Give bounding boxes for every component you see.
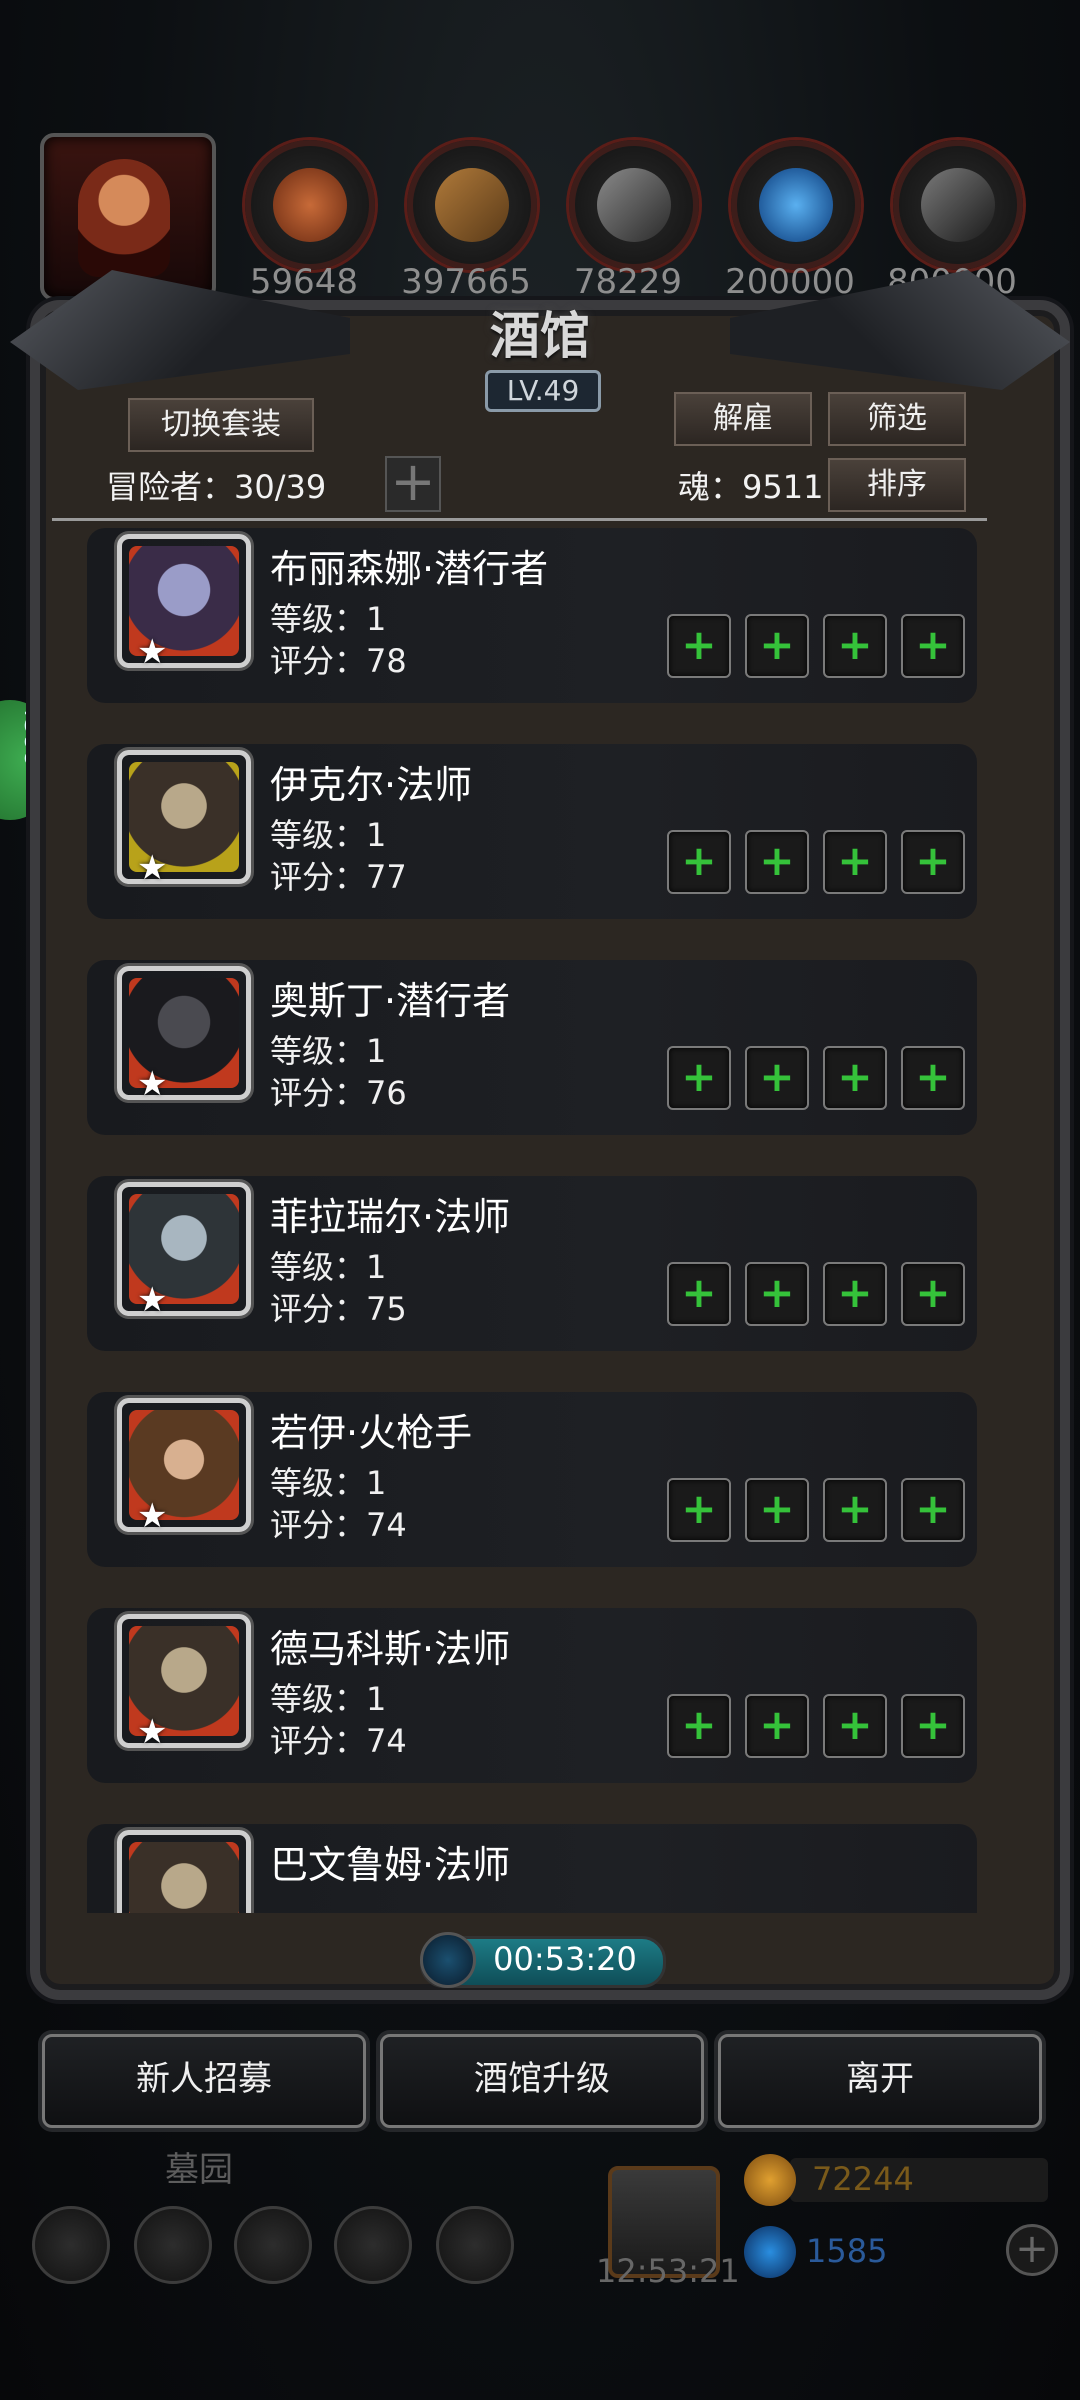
hero-name: 布丽森娜·潜行者 [270, 547, 549, 591]
rank-star-icon: ★ [137, 632, 168, 672]
hero-name: 奥斯丁·潜行者 [270, 979, 511, 1023]
weapon-slot-add-icon[interactable]: + [667, 1694, 731, 1758]
gold-amount: 72244 [812, 2160, 914, 2198]
hero-level: 等级：1 [270, 1680, 387, 1718]
ring-slot-add-icon[interactable]: + [823, 1262, 887, 1326]
hero-name: 巴文鲁姆·法师 [270, 1843, 511, 1887]
rank-star-icon: ★ [137, 848, 168, 888]
gem-icon [744, 2226, 796, 2278]
rank-star-icon: ★ [137, 1496, 168, 1536]
add-capacity-button[interactable]: + [385, 455, 441, 512]
hero-row[interactable]: ★ 若伊·火枪手 等级：1 评分：74 + + + + [87, 1392, 977, 1567]
achievement-icon[interactable] [134, 2206, 212, 2284]
hero-score: 评分：75 [270, 1290, 407, 1328]
armor-slot-add-icon[interactable]: + [745, 830, 809, 894]
adventurer-count: 冒险者：30/39 [106, 468, 327, 506]
amulet-slot-add-icon[interactable]: + [901, 1478, 965, 1542]
ring-slot-add-icon[interactable]: + [823, 614, 887, 678]
ring-slot-add-icon[interactable]: + [823, 1046, 887, 1110]
hero-row[interactable]: 巴文鲁姆·法师 [87, 1824, 977, 1913]
hero-list[interactable]: ★ 布丽森娜·潜行者 等级：1 评分：78 + + + + ★ 伊克尔·法师 等… [52, 528, 987, 1913]
ring-slot-add-icon[interactable]: + [823, 1478, 887, 1542]
hero-score: 评分：74 [270, 1722, 407, 1760]
hero-score: 评分：77 [270, 858, 407, 896]
header-divider [52, 518, 987, 521]
hero-row[interactable]: ★ 菲拉瑞尔·法师 等级：1 评分：75 + + + + [87, 1176, 977, 1351]
rank-star-icon: ★ [137, 1712, 168, 1752]
hero-name: 菲拉瑞尔·法师 [270, 1195, 511, 1239]
hero-row[interactable]: ★ 奥斯丁·潜行者 等级：1 评分：76 + + + + [87, 960, 977, 1135]
armor-slot-add-icon[interactable]: + [745, 1262, 809, 1326]
iron-icon [569, 140, 699, 270]
amulet-slot-add-icon[interactable]: + [901, 1694, 965, 1758]
rank-star-icon: ★ [137, 1280, 168, 1320]
refresh-timer: 00:53:20 [493, 1940, 637, 1978]
panel-title: 酒馆 [490, 306, 590, 365]
gift-timer: 12:53:21 [596, 2252, 740, 2290]
clock-icon [420, 1932, 476, 1988]
hero-level: 等级：1 [270, 600, 387, 638]
hero-row[interactable]: ★ 伊克尔·法师 等级：1 评分：77 + + + + [87, 744, 977, 919]
hero-score: 评分：78 [270, 642, 407, 680]
armor-slot-add-icon[interactable]: + [745, 1046, 809, 1110]
hero-level: 等级：1 [270, 1032, 387, 1070]
meat-amount: 59648 [249, 262, 359, 302]
amulet-slot-add-icon[interactable]: + [901, 1046, 965, 1110]
location-label: 墓园 [165, 2150, 233, 2190]
weapon-slot-add-icon[interactable]: + [667, 614, 731, 678]
amulet-slot-add-icon[interactable]: + [901, 830, 965, 894]
armor-slot-add-icon[interactable]: + [745, 1694, 809, 1758]
hero-level: 等级：1 [270, 1464, 387, 1502]
gem-amount: 1585 [806, 2232, 888, 2270]
switch-set-button[interactable]: 切换套装 [128, 398, 314, 452]
hero-score: 评分：76 [270, 1074, 407, 1112]
settings-icon[interactable] [32, 2206, 110, 2284]
leave-button[interactable]: 离开 [718, 2034, 1042, 2128]
hero-row[interactable]: ★ 布丽森娜·潜行者 等级：1 评分：78 + + + + [87, 528, 977, 703]
dismiss-button[interactable]: 解雇 [674, 392, 812, 446]
meat-icon [245, 140, 375, 270]
soul-count: 魂：9511 [678, 468, 824, 506]
sort-button[interactable]: 排序 [828, 458, 966, 512]
filter-button[interactable]: 筛选 [828, 392, 966, 446]
hero-avatar[interactable] [117, 1830, 251, 1913]
crystal-icon [731, 140, 861, 270]
ring-slot-add-icon[interactable]: + [823, 830, 887, 894]
hero-level: 等级：1 [270, 816, 387, 854]
hero-row[interactable]: ★ 德马科斯·法师 等级：1 评分：74 + + + + [87, 1608, 977, 1783]
weapon-slot-add-icon[interactable]: + [667, 1046, 731, 1110]
hero-name: 伊克尔·法师 [270, 763, 473, 807]
wood-icon [407, 140, 537, 270]
amulet-slot-add-icon[interactable]: + [901, 1262, 965, 1326]
map-icon[interactable] [436, 2206, 514, 2284]
ring-slot-add-icon[interactable]: + [823, 1694, 887, 1758]
tavern-level-badge: LV.49 [485, 370, 601, 412]
weapon-slot-add-icon[interactable]: + [667, 1478, 731, 1542]
recruit-button[interactable]: 新人招募 [42, 2034, 366, 2128]
armor-slot-add-icon[interactable]: + [745, 1478, 809, 1542]
armor-slot-add-icon[interactable]: + [745, 614, 809, 678]
guild-icon[interactable] [234, 2206, 312, 2284]
rank-star-icon: ★ [137, 1064, 168, 1104]
hero-score: 评分：74 [270, 1506, 407, 1544]
hero-name: 若伊·火枪手 [270, 1411, 473, 1455]
upgrade-tavern-button[interactable]: 酒馆升级 [380, 2034, 704, 2128]
weapon-slot-add-icon[interactable]: + [667, 1262, 731, 1326]
player-avatar [78, 159, 170, 277]
amulet-slot-add-icon[interactable]: + [901, 614, 965, 678]
mail-icon[interactable] [334, 2206, 412, 2284]
weapon-slot-add-icon[interactable]: + [667, 830, 731, 894]
hero-level: 等级：1 [270, 1248, 387, 1286]
gold-coin-icon [744, 2154, 796, 2206]
stone-icon [893, 140, 1023, 270]
add-gems-button[interactable]: + [1006, 2224, 1058, 2276]
hero-name: 德马科斯·法师 [270, 1627, 511, 1671]
